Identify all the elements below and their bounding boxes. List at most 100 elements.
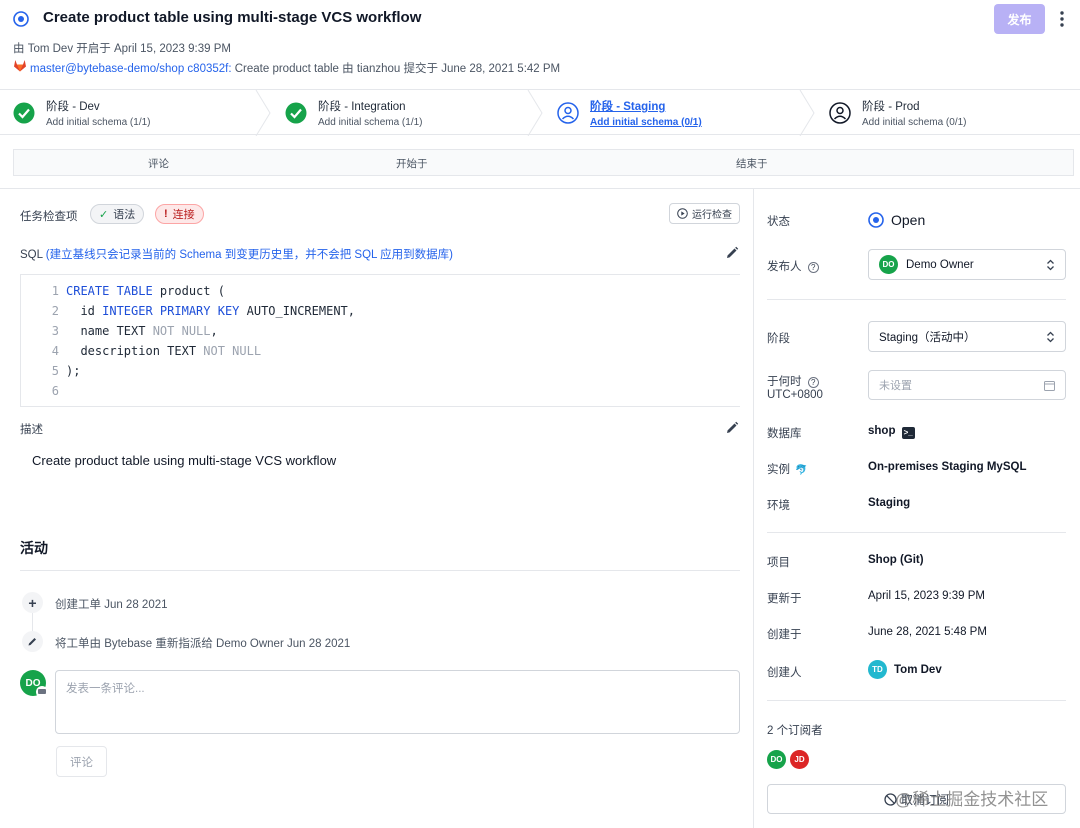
creator-name[interactable]: Tom Dev xyxy=(894,664,942,676)
commit-info: master@bytebase-demo/shop c80352f: Creat… xyxy=(30,60,560,76)
stage-name: 阶段 - Prod xyxy=(862,101,920,113)
environment-label: 环境 xyxy=(767,500,790,512)
assignee-name: Demo Owner xyxy=(906,258,974,271)
check-circle-icon xyxy=(13,102,35,124)
line-number: 6 xyxy=(51,384,59,398)
code-line: ); xyxy=(66,364,81,378)
connection-check-badge[interactable]: ! 连接 xyxy=(155,204,204,224)
status-value: Open xyxy=(891,212,926,228)
instance-label: 实例 🐬 xyxy=(767,461,808,477)
stage-value: Staging（活动中） xyxy=(879,331,976,344)
code-line: name TEXT NOT NULL, xyxy=(66,324,218,338)
stage-label: 阶段 xyxy=(767,333,790,345)
when-label: 于何时 ? xyxy=(767,373,819,389)
database-name: shop xyxy=(868,425,896,437)
syntax-check-label: 语法 xyxy=(113,209,136,221)
stage-task: Add initial schema (0/1) xyxy=(590,117,702,128)
play-circle-icon xyxy=(677,208,688,219)
code-line: description TEXT NOT NULL xyxy=(66,344,262,358)
line-number: 4 xyxy=(51,344,59,358)
activity-item: 创建工单 Jun 28 2021 xyxy=(55,599,168,611)
help-icon[interactable]: ? xyxy=(807,262,819,273)
help-icon[interactable]: ? xyxy=(807,377,819,388)
stage-dev[interactable]: 阶段 - Dev Add initial schema (1/1) xyxy=(13,90,151,136)
stage-prod[interactable]: 阶段 - Prod Add initial schema (0/1) xyxy=(829,90,967,136)
project-label: 项目 xyxy=(767,557,790,569)
instance-value[interactable]: On-premises Staging MySQL xyxy=(868,461,1026,473)
project-value[interactable]: Shop (Git) xyxy=(868,554,924,566)
assignee-label-text: 发布人 xyxy=(767,261,802,273)
error-icon: ! xyxy=(164,208,168,220)
updated-label: 更新于 xyxy=(767,593,802,605)
subscribers-label: 2 个订阅者 xyxy=(767,725,823,737)
stage-select[interactable]: Staging（活动中） xyxy=(868,321,1066,352)
code-line: id INTEGER PRIMARY KEY AUTO_INCREMENT, xyxy=(66,304,355,318)
task-tabs: 评论 开始于 结束于 xyxy=(13,149,1074,176)
calendar-icon xyxy=(1044,380,1055,391)
stage-task: Add initial schema (1/1) xyxy=(318,117,423,128)
run-checks-label: 运行检查 xyxy=(692,210,732,221)
tab-ended-at[interactable]: 结束于 xyxy=(736,156,768,171)
commit-message: Create product table 由 tianzhou 提交于 June… xyxy=(234,63,561,75)
section-divider xyxy=(0,188,1080,189)
user-circle-icon xyxy=(557,102,579,124)
plus-icon: + xyxy=(22,592,43,613)
stage-task: Add initial schema (0/1) xyxy=(862,117,967,128)
check-circle-icon xyxy=(285,102,307,124)
more-options-icon[interactable] xyxy=(1052,9,1072,29)
updated-value: April 15, 2023 9:39 PM xyxy=(868,590,985,602)
sql-note: (建立基线只会记录当前的 Schema 到变更历史里，并不会把 SQL 应用到数… xyxy=(45,249,454,261)
activity-title: 活动 xyxy=(20,540,48,556)
connection-check-label: 连接 xyxy=(172,209,195,221)
avatar: TD xyxy=(868,660,887,679)
watermark: @稀土掘金技术社区 xyxy=(895,790,1049,809)
line-number: 1 xyxy=(51,284,59,298)
select-chevron-icon xyxy=(1047,331,1054,342)
stage-task: Add initial schema (1/1) xyxy=(46,117,151,128)
sql-label: SQL xyxy=(20,249,43,261)
stage-integration[interactable]: 阶段 - Integration Add initial schema (1/1) xyxy=(285,90,423,136)
avatar: JD xyxy=(790,750,809,769)
publish-button[interactable]: 发布 xyxy=(994,4,1045,34)
timezone-label: UTC+0800 xyxy=(767,389,823,401)
tab-started-at[interactable]: 开始于 xyxy=(396,156,428,171)
creator-label: 创建人 xyxy=(767,667,802,679)
description-label: 描述 xyxy=(20,424,43,436)
comment-input[interactable]: 发表一条评论... xyxy=(55,670,740,734)
syntax-check-badge[interactable]: ✓ 语法 xyxy=(90,204,145,224)
database-label: 数据库 xyxy=(767,428,802,440)
created-value: June 28, 2021 5:48 PM xyxy=(868,626,987,638)
sidebar-divider xyxy=(767,532,1066,533)
line-number: 3 xyxy=(51,324,59,338)
edit-sql-pencil-icon[interactable] xyxy=(725,246,739,260)
sql-editor[interactable]: 1 2 3 4 5 6 CREATE TABLE product ( id IN… xyxy=(20,274,740,407)
assignee-label: 发布人 ? xyxy=(767,258,819,274)
timeline-connector xyxy=(32,612,33,632)
database-value[interactable]: shop >_ xyxy=(868,425,915,439)
tab-comment[interactable]: 评论 xyxy=(148,156,169,171)
sidebar-divider xyxy=(767,299,1066,300)
commit-link[interactable]: master@bytebase-demo/shop c80352f: xyxy=(30,63,232,75)
stage-staging[interactable]: 阶段 - Staging Add initial schema (0/1) xyxy=(557,90,702,136)
assignee-select[interactable]: DO Demo Owner xyxy=(868,249,1066,280)
terminal-icon[interactable]: >_ xyxy=(901,427,915,439)
opened-by-text: 由 Tom Dev 开启于 April 15, 2023 9:39 PM xyxy=(13,43,231,55)
mysql-icon: 🐬 xyxy=(795,465,808,476)
sidebar-divider xyxy=(753,188,754,828)
avatar: DO xyxy=(767,750,786,769)
comment-button[interactable]: 评论 xyxy=(56,746,107,777)
stage-name: 阶段 - Dev xyxy=(46,101,100,113)
line-number: 5 xyxy=(51,364,59,378)
sql-header: SQL (建立基线只会记录当前的 Schema 到变更历史里，并不会把 SQL … xyxy=(20,246,453,262)
activity-divider xyxy=(20,570,740,571)
run-checks-button[interactable]: 运行检查 xyxy=(669,203,740,224)
when-label-text: 于何时 xyxy=(767,376,802,388)
page-title: Create product table using multi-stage V… xyxy=(43,9,422,26)
sidebar-divider xyxy=(767,700,1066,701)
description-text: Create product table using multi-stage V… xyxy=(32,453,337,468)
chat-bubble-icon xyxy=(36,686,48,698)
edit-description-pencil-icon[interactable] xyxy=(725,421,739,435)
when-date-picker[interactable]: 未设置 xyxy=(868,370,1066,400)
environment-value[interactable]: Staging xyxy=(868,497,910,509)
status-open-icon xyxy=(868,212,884,228)
